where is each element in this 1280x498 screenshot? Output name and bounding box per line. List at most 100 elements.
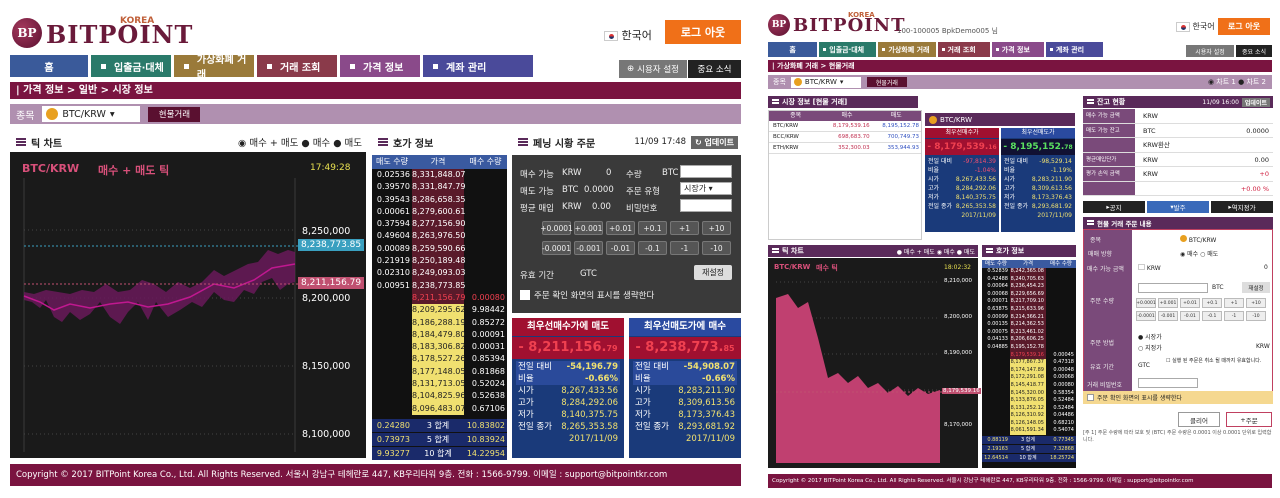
qty-step-button[interactable]: +0.001 bbox=[1158, 298, 1178, 308]
qty-step-button[interactable]: +0.1 bbox=[638, 221, 667, 235]
qty-step-button[interactable]: -10 bbox=[702, 241, 731, 255]
qty-input[interactable] bbox=[680, 165, 732, 178]
clear-button[interactable]: 클리어 bbox=[1178, 412, 1220, 427]
quote-ask-card[interactable]: 최우선매도가 - 8,195,152.78 전일 대비 -98,529.14 비율 -… bbox=[1001, 128, 1075, 232]
menu-account[interactable]: 계좌 관리 bbox=[1045, 42, 1104, 57]
ob-ask-price[interactable]: 8,206,606.25 bbox=[1010, 336, 1046, 344]
qty-step-button[interactable]: -0.01 bbox=[1180, 311, 1200, 321]
important-news-button[interactable]: 중요 소식 bbox=[688, 60, 741, 78]
quote-bid-card[interactable]: 최우선매수가 - 8,179,539.16 전일 대비 -97,814.39 비율 -… bbox=[925, 128, 999, 232]
ob-ask-price[interactable]: 8,263,976.50 bbox=[412, 230, 465, 243]
best-bid-card[interactable]: 최우선매수가에 매도 - 8,211,156.79 전일 대비 -54,196.7… bbox=[512, 318, 624, 458]
user-settings-button[interactable]: 시용자 설정 bbox=[1186, 45, 1234, 57]
tick-chart[interactable]: BTC/KRW 매수 + 매도 틱 17:49:28 8,250,000 8,2… bbox=[10, 152, 366, 458]
menu-deposit[interactable]: 입출금·대체 bbox=[91, 55, 171, 77]
password-input[interactable] bbox=[680, 199, 732, 212]
symbol-select[interactable]: BTC/KRW ▾ bbox=[42, 106, 141, 122]
ob-ask-price[interactable]: 8,236,454.23 bbox=[1010, 283, 1046, 291]
type-market-radio[interactable]: ● 시장가 bbox=[1138, 332, 1162, 341]
checkbox-icon[interactable] bbox=[1087, 394, 1094, 401]
language-selector[interactable]: 한국어 bbox=[1176, 21, 1215, 32]
qty-step-button[interactable]: -0.0001 bbox=[1136, 311, 1156, 321]
ob-ask-price[interactable]: 8,217,709.10 bbox=[1010, 298, 1046, 306]
ob-bid-price[interactable]: 8,145,418.77 bbox=[1010, 381, 1046, 390]
ob-ask-price[interactable]: 8,250,189.48 bbox=[412, 255, 465, 268]
ob-bid-price[interactable]: 8,131,713.05 bbox=[412, 378, 465, 391]
tab-notice[interactable]: ▸ 공지 bbox=[1083, 201, 1145, 213]
tick-chart[interactable]: BTC/KRW 매수 틱 18:02:32 8,210,000 8,200,00… bbox=[768, 258, 981, 468]
ob-bid-price[interactable]: 8,186,288.19 bbox=[412, 316, 465, 329]
qty-step-button[interactable]: +0.0001 bbox=[540, 221, 573, 235]
spot-trade-button[interactable]: 현물거래 bbox=[866, 77, 907, 87]
qty-step-button[interactable]: -0.1 bbox=[1202, 311, 1222, 321]
ob-ask-price[interactable]: 8,277,156.90 bbox=[412, 218, 465, 231]
ob-ask-price[interactable]: 8,279,600.61 bbox=[412, 205, 465, 219]
menu-trade[interactable]: 가상화폐 거래 bbox=[878, 42, 936, 57]
qty-step-button[interactable]: +1 bbox=[670, 221, 699, 235]
side-radio-group[interactable]: ◉ 매수 ○ 매도 bbox=[1180, 249, 1218, 258]
ob-ask-price[interactable]: 8,215,633.96 bbox=[1010, 305, 1046, 314]
ob-bid-price[interactable]: 8,183,306.82 bbox=[412, 341, 465, 354]
ob-bid-price[interactable]: 8,179,539.16 bbox=[1010, 351, 1046, 360]
menu-trade[interactable]: 가상화폐 거래 bbox=[174, 55, 254, 81]
menu-history[interactable]: 거래 조회 bbox=[937, 42, 990, 57]
language-selector[interactable]: 한국어 bbox=[604, 27, 652, 43]
ob-bid-price[interactable]: 8,177,148.05 bbox=[412, 365, 465, 379]
ob-bid-price[interactable]: 8,104,825.96 bbox=[412, 390, 465, 403]
qty-step-button[interactable]: -1 bbox=[670, 241, 699, 255]
qty-step-button[interactable]: -0.001 bbox=[574, 241, 603, 255]
skip-confirm-checkbox[interactable]: 주문 확인 화면의 표시를 생략한다 bbox=[1083, 391, 1273, 404]
order-type-select[interactable]: 시장가 ▾ bbox=[680, 182, 732, 195]
qty-step-button[interactable]: -1 bbox=[1224, 311, 1244, 321]
qty-reset-button[interactable]: 재설정 bbox=[1242, 282, 1270, 293]
ob-bid-price[interactable]: 8,177,867.37 bbox=[1010, 359, 1046, 367]
ob-ask-price[interactable]: 8,214,362.53 bbox=[1010, 321, 1046, 329]
qty-step-button[interactable]: -0.01 bbox=[606, 241, 635, 255]
tick-radio-group[interactable]: ◉ 매수 + 매도 ● 매수 ● 매도 bbox=[238, 135, 366, 149]
qty-step-button[interactable]: +10 bbox=[702, 221, 731, 235]
ob-ask-price[interactable]: 8,242,365.08 bbox=[1010, 268, 1046, 276]
ob-bid-price[interactable]: 8,131,252.12 bbox=[1010, 404, 1046, 413]
qty-step-button[interactable]: +0.1 bbox=[1202, 298, 1222, 308]
ob-bid-price[interactable]: 8,172,291.08 bbox=[1010, 374, 1046, 382]
order-password-input[interactable] bbox=[1138, 378, 1198, 388]
ob-ask-price[interactable]: 8,214,366.21 bbox=[1010, 313, 1046, 322]
menu-home[interactable]: 홈 bbox=[768, 42, 818, 57]
qty-step-button[interactable]: +1 bbox=[1224, 298, 1244, 308]
ob-bid-price[interactable]: 8,096,483.07 bbox=[412, 402, 465, 415]
qty-step-button[interactable]: +0.01 bbox=[1180, 298, 1200, 308]
ob-ask-price[interactable]: 8,238,773.85 bbox=[412, 279, 465, 292]
type-limit-radio[interactable]: ○ 지정가 bbox=[1138, 343, 1162, 352]
logout-button[interactable]: 로그 아웃 bbox=[665, 20, 741, 44]
qty-step-button[interactable]: +0.01 bbox=[606, 221, 635, 235]
update-button[interactable]: 업데이트 bbox=[1241, 97, 1270, 107]
ob-ask-price[interactable]: 8,331,847.79 bbox=[412, 181, 465, 194]
symbol-select[interactable]: BTC/KRW ▾ bbox=[790, 76, 861, 88]
menu-account[interactable]: 계좌 관리 bbox=[423, 55, 533, 77]
qty-step-button[interactable]: -10 bbox=[1246, 311, 1266, 321]
menu-deposit[interactable]: 입출금·대체 bbox=[819, 42, 877, 57]
tab-order[interactable]: ▾ 발주 bbox=[1147, 201, 1209, 213]
user-settings-button[interactable]: ⊕ 시용자 설정 bbox=[619, 60, 687, 78]
menu-history[interactable]: 거래 조회 bbox=[257, 55, 337, 77]
qty-step-button[interactable]: +0.001 bbox=[574, 221, 603, 235]
ob-bid-price[interactable]: 8,178,527.26 bbox=[412, 353, 465, 366]
best-ask-card[interactable]: 최우선매도가에 매수 - 8,238,773.85 전일 대비 -54,908.0… bbox=[629, 318, 741, 458]
ob-bid-price[interactable]: 8,174,147.89 bbox=[1010, 366, 1046, 375]
important-news-button[interactable]: 중요 소식 bbox=[1236, 45, 1272, 57]
ob-ask-price[interactable]: 8,229,656.69 bbox=[1010, 290, 1046, 299]
ob-bid-price[interactable]: 8,061,591.34 bbox=[1010, 427, 1046, 436]
submit-order-button[interactable]: + 주문 bbox=[1226, 412, 1272, 427]
chart-radio-group[interactable]: ◉ 차트 1 ● 차트 2 bbox=[1208, 77, 1266, 87]
tab-stop-order[interactable]: ▸ 역지정가 bbox=[1211, 201, 1273, 213]
logout-button[interactable]: 로그 아웃 bbox=[1218, 18, 1270, 35]
update-button[interactable]: ↻ 업데이트 bbox=[691, 135, 738, 149]
ob-ask-price[interactable]: 8,249,093.03 bbox=[412, 267, 465, 280]
ob-bid-price[interactable]: 8,126,148.05 bbox=[1010, 419, 1046, 428]
bitpoint-logo-icon[interactable]: BP bbox=[768, 14, 790, 36]
market-row[interactable]: ETH/KRW 352,300.03 353,944.93 bbox=[769, 143, 921, 154]
ob-bid-price[interactable]: 8,184,479.80 bbox=[412, 328, 465, 342]
ob-ask-price[interactable]: 8,195,152.78 bbox=[1010, 343, 1046, 352]
radio-checked-icon[interactable]: ◉ bbox=[238, 138, 246, 149]
market-row[interactable]: BCC/KRW 698,683.70 700,749.73 bbox=[769, 132, 921, 143]
